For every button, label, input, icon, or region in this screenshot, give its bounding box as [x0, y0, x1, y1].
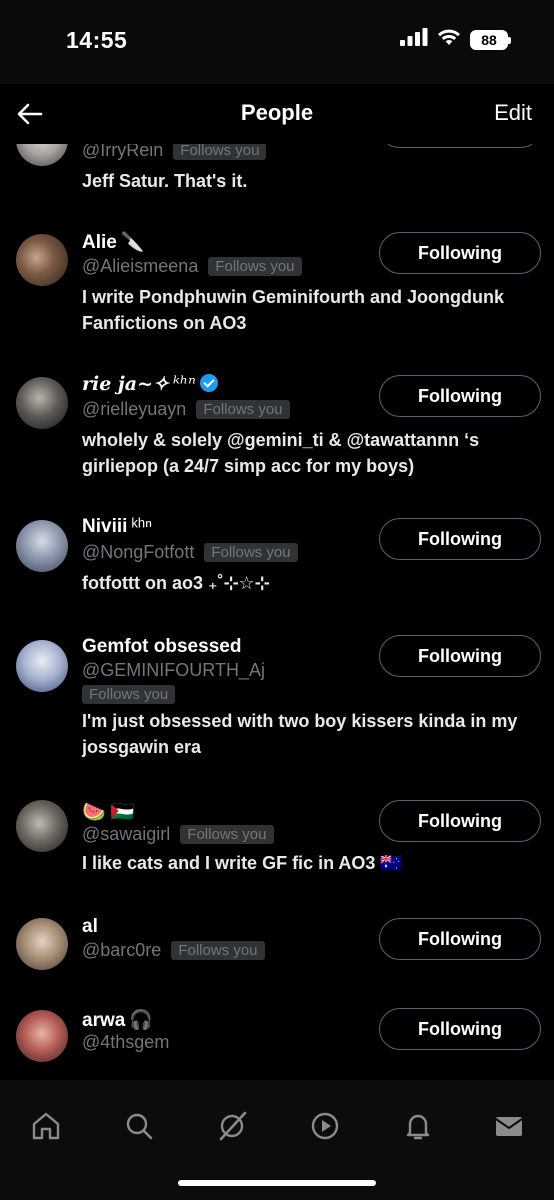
- user-name: Gemfot obsessed: [82, 636, 242, 657]
- following-button[interactable]: Following: [379, 800, 541, 842]
- list-item[interactable]: arwa 🎧 @4thsgem Following: [0, 1008, 554, 1080]
- list-item[interactable]: Niviii ᵏʰⁿ @NongFotfott Follows you fotfot…: [0, 512, 554, 622]
- user-handle: @sawaigirl: [82, 824, 171, 844]
- following-button[interactable]: Following: [379, 635, 541, 677]
- user-bio: Jeff Satur. That's it.: [82, 171, 248, 191]
- tab-notifications[interactable]: [394, 1102, 442, 1150]
- avatar[interactable]: [16, 234, 68, 286]
- people-list: @IrryRein Follows you Jeff Satur. That's …: [0, 120, 554, 1080]
- search-icon: [126, 1113, 153, 1140]
- tab-video[interactable]: [301, 1102, 349, 1150]
- user-name: arwa: [82, 1010, 126, 1031]
- follows-you-badge: Follows you: [208, 257, 302, 276]
- headphones-icon: 🎧: [129, 1010, 153, 1031]
- user-handle: @rielleyuayn: [82, 399, 187, 419]
- following-button[interactable]: Following: [379, 518, 541, 560]
- list-item[interactable]: 🍉 🇵🇸 @sawaigirl Follows you I like cats a…: [0, 798, 554, 908]
- following-button[interactable]: Following: [379, 918, 541, 960]
- messages-icon: [495, 1117, 523, 1136]
- status-icons: 88: [400, 28, 511, 51]
- status-time: 14:55: [66, 27, 128, 53]
- name-emoji: 🔪: [120, 232, 145, 253]
- follows-you-badge: Follows you: [180, 825, 274, 844]
- tab-messages[interactable]: [485, 1102, 533, 1150]
- following-button[interactable]: Following: [379, 375, 541, 417]
- avatar[interactable]: [16, 520, 68, 572]
- follows-you-badge: Follows you: [196, 400, 290, 419]
- name-suffix: ᵏʰⁿ: [172, 373, 196, 395]
- header: People Edit: [0, 84, 554, 144]
- home-icon: [32, 1112, 60, 1140]
- list-item[interactable]: Alie 🔪 @Alieismeena Follows you I write Po…: [0, 226, 554, 346]
- avatar[interactable]: [16, 918, 68, 970]
- signal-icon: [400, 28, 428, 51]
- user-bio: I write Pondphuwin Geminifourth and Joon…: [82, 287, 504, 333]
- list-item[interactable]: al @barc0re Follows you Following: [0, 916, 554, 996]
- follows-you-badge: Follows you: [82, 685, 176, 704]
- user-name: al: [82, 916, 98, 937]
- name-suffix: ᵏʰⁿ: [131, 516, 153, 537]
- user-bio: wholely & solely @gemini_ti & @tawattann…: [82, 430, 480, 476]
- user-handle: @Alieismeena: [82, 256, 199, 276]
- following-button[interactable]: Following: [379, 1008, 541, 1050]
- avatar[interactable]: [16, 1010, 68, 1062]
- status-bar: 14:55 88: [0, 0, 554, 84]
- home-indicator: [178, 1180, 376, 1186]
- avatar[interactable]: [16, 640, 68, 692]
- notifications-icon: [406, 1114, 430, 1140]
- user-handle: @NongFotfott: [82, 542, 195, 562]
- wifi-icon: [437, 28, 461, 51]
- user-handle: @barc0re: [82, 940, 162, 960]
- tab-home[interactable]: [22, 1102, 70, 1150]
- user-name: Alie: [82, 232, 117, 253]
- user-handle: @4thsgem: [82, 1032, 170, 1052]
- following-button[interactable]: Following: [379, 232, 541, 274]
- battery-icon: 88: [470, 29, 511, 50]
- user-bio: I like cats and I write GF fic in AO3 🇦🇺: [82, 853, 403, 873]
- follows-you-badge: Follows you: [171, 941, 265, 960]
- page-title: People: [240, 100, 314, 125]
- user-name: rie ja~✧: [82, 373, 169, 395]
- list-item[interactable]: Gemfot obsessed @GEMINIFOURTH_Aj Follows…: [0, 632, 554, 782]
- list-item[interactable]: rie ja~✧ ᵏʰⁿ @rielleyuayn Follows you whol…: [0, 369, 554, 489]
- edit-button[interactable]: Edit: [494, 100, 532, 126]
- tab-grok[interactable]: [208, 1102, 256, 1150]
- user-name: Niviii: [82, 516, 128, 537]
- user-handle: @GEMINIFOURTH_Aj: [82, 660, 265, 680]
- user-bio: I'm just obsessed with two boy kissers k…: [82, 711, 518, 757]
- avatar[interactable]: [16, 800, 68, 852]
- grok-icon: [219, 1111, 247, 1141]
- follows-you-badge: Follows you: [204, 543, 298, 562]
- avatar[interactable]: [16, 377, 68, 429]
- verified-badge-icon: [199, 374, 218, 392]
- user-name: 🍉 🇵🇸: [82, 802, 135, 823]
- user-bio: fotfottt on ao3 ₊˚⊹☆⊹: [82, 573, 270, 593]
- video-icon: [311, 1112, 339, 1140]
- tab-search[interactable]: [115, 1102, 163, 1150]
